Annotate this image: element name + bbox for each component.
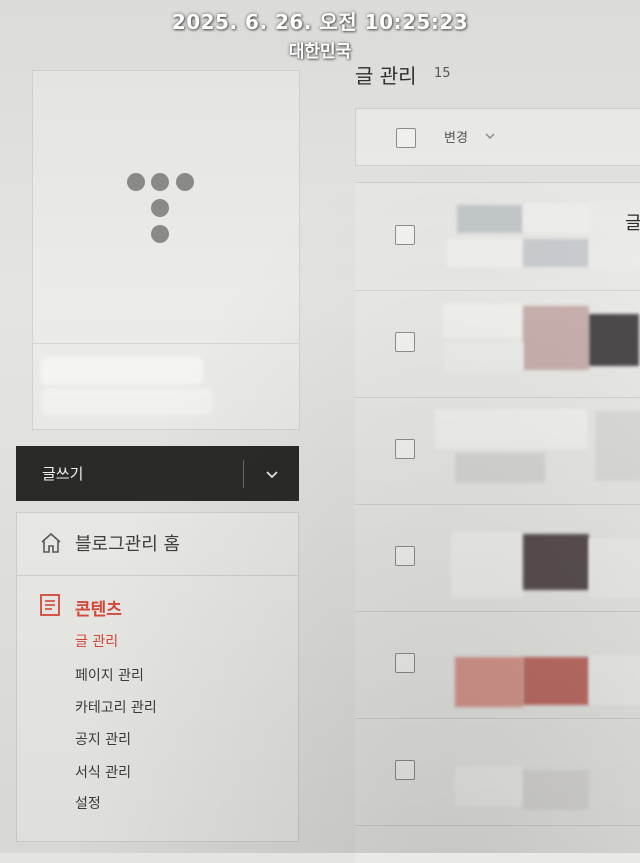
logo-dot <box>151 199 169 217</box>
redacted-block <box>41 357 203 385</box>
redacted-block <box>523 770 589 810</box>
row-checkbox[interactable] <box>395 332 415 352</box>
row-checkbox[interactable] <box>395 225 415 245</box>
sidebar-item-blog-home[interactable]: 블로그관리 홈 <box>17 513 298 576</box>
chevron-down-icon[interactable] <box>263 465 281 483</box>
change-dropdown-button[interactable]: 변경 <box>444 127 468 146</box>
redacted-block <box>455 766 523 806</box>
redacted-block <box>589 655 640 705</box>
photo-timestamp-stamp: 2025. 6. 26. 오전 10:25:23 대한민국 <box>0 6 640 62</box>
sidebar-item-notice-manage[interactable]: 공지 관리 <box>75 729 131 749</box>
blog-profile-card <box>32 70 300 430</box>
row-checkbox[interactable] <box>395 546 415 566</box>
post-row[interactable] <box>355 611 640 719</box>
redacted-block <box>443 304 523 338</box>
write-post-bar: 글쓰기 <box>16 446 299 501</box>
row-checkbox[interactable] <box>395 653 415 673</box>
write-post-button[interactable]: 글쓰기 <box>42 463 83 484</box>
sidebar-item-page-manage[interactable]: 페이지 관리 <box>75 665 144 685</box>
post-row[interactable] <box>355 718 640 826</box>
sidebar-section-contents[interactable]: 콘텐츠 <box>75 595 122 620</box>
redacted-block <box>523 657 589 705</box>
redacted-block <box>589 538 640 598</box>
redacted-block <box>595 411 640 481</box>
redacted-block <box>445 342 523 372</box>
redacted-block <box>41 389 213 415</box>
location-text: 대한민국 <box>288 42 352 62</box>
row-checkbox[interactable] <box>395 439 415 459</box>
blog-logo[interactable] <box>33 71 299 344</box>
redacted-block <box>523 203 593 233</box>
write-bar-divider <box>243 460 244 488</box>
post-title-partial: 글 <box>625 213 640 234</box>
redacted-block <box>523 534 589 590</box>
post-row[interactable] <box>355 504 640 612</box>
redacted-block <box>589 314 639 366</box>
redacted-block <box>523 239 589 267</box>
redacted-block <box>457 205 523 233</box>
post-list: 글 <box>355 182 640 863</box>
logo-dot <box>127 173 145 191</box>
document-icon <box>40 594 60 616</box>
logo-dot <box>151 225 169 243</box>
redacted-block <box>523 306 589 370</box>
post-row[interactable] <box>355 290 640 398</box>
post-count: 15 <box>434 66 451 81</box>
logo-dot <box>151 173 169 191</box>
post-row[interactable] <box>355 397 640 505</box>
row-checkbox[interactable] <box>395 760 415 780</box>
logo-dot <box>176 173 194 191</box>
timestamp-text: 2025. 6. 26. 오전 10:25:23 <box>171 10 469 34</box>
redacted-block <box>435 409 587 449</box>
select-all-checkbox[interactable] <box>396 128 416 148</box>
home-icon <box>41 532 61 553</box>
sidebar-item-label: 블로그관리 홈 <box>75 534 181 555</box>
redacted-block <box>451 532 523 598</box>
sidebar-item-category-manage[interactable]: 카테고리 관리 <box>75 697 157 717</box>
post-row[interactable]: 글 <box>355 183 640 291</box>
list-toolbar: 변경 <box>355 108 640 166</box>
sidebar-item-settings[interactable]: 설정 <box>75 793 101 813</box>
chevron-down-icon[interactable] <box>484 130 496 142</box>
page-title: 글 관리 <box>355 64 417 88</box>
redacted-block <box>455 453 545 483</box>
sidebar-item-post-manage[interactable]: 글 관리 <box>75 631 118 651</box>
sidebar-menu: 블로그관리 홈 콘텐츠 글 관리 페이지 관리 카테고리 관리 공지 관리 서식… <box>16 512 299 842</box>
sidebar-item-template-manage[interactable]: 서식 관리 <box>75 762 131 782</box>
redacted-block <box>447 239 523 267</box>
redacted-block <box>455 657 523 707</box>
